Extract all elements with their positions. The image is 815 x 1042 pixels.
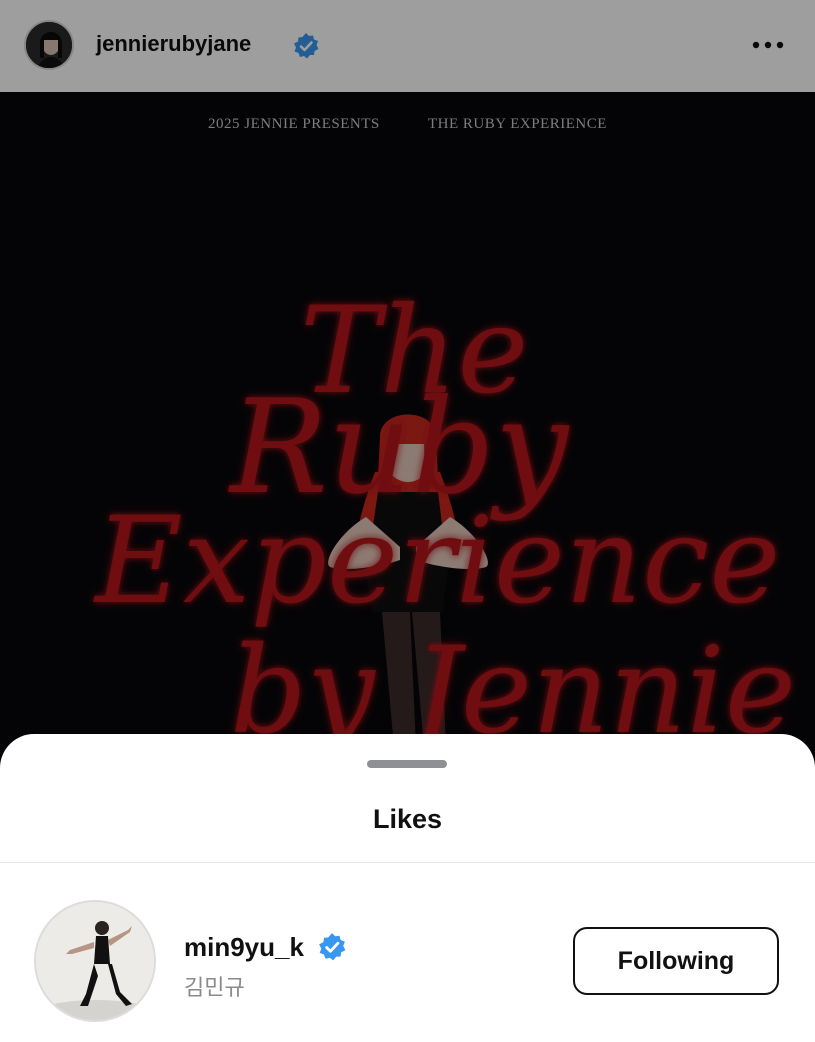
avatar[interactable] bbox=[34, 900, 156, 1022]
list-item[interactable]: min9yu_k 김민규 Following bbox=[0, 894, 815, 1024]
like-username[interactable]: min9yu_k bbox=[184, 932, 304, 963]
sheet-drag-handle[interactable] bbox=[367, 760, 447, 768]
likes-sheet: Likes min9yu_k 김민규 Following bbox=[0, 734, 815, 1042]
verified-badge-icon bbox=[317, 932, 347, 962]
profile-photo-icon bbox=[36, 902, 154, 1020]
following-button[interactable]: Following bbox=[573, 927, 779, 995]
sheet-title: Likes bbox=[372, 804, 443, 834]
like-full-name: 김민규 bbox=[184, 975, 245, 1000]
sheet-divider bbox=[0, 862, 815, 863]
